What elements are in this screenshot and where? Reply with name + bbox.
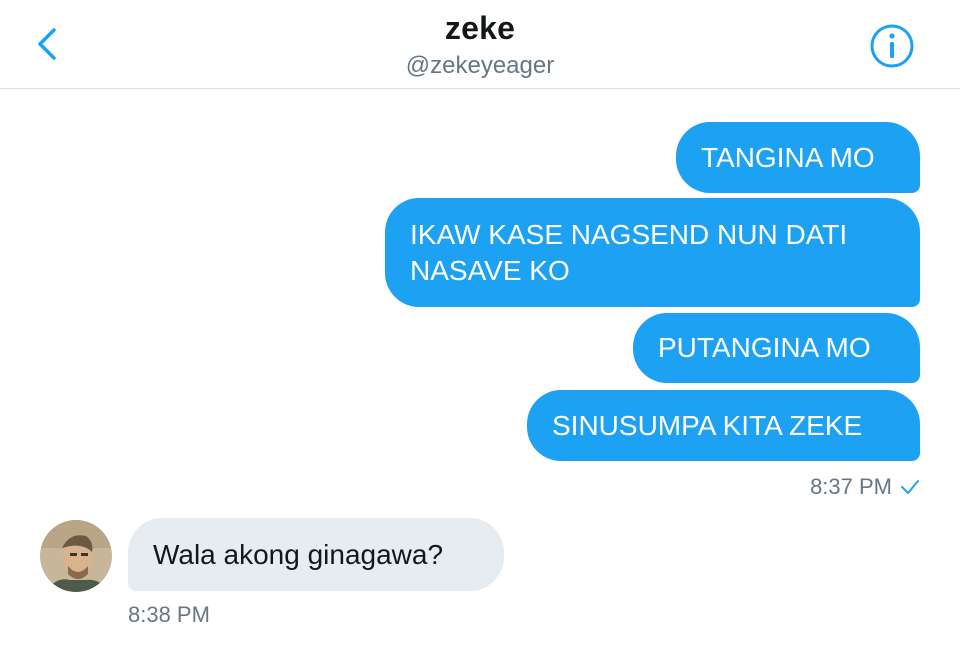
- sent-timestamp: 8:37 PM: [810, 474, 892, 499]
- message-bubble-sent[interactable]: IKAW KASE NAGSEND NUN DATI NASAVE KO: [385, 198, 920, 307]
- message-bubble-received[interactable]: Wala akong ginagawa?: [128, 518, 504, 591]
- info-icon: [870, 24, 914, 68]
- avatar[interactable]: [40, 520, 112, 592]
- check-icon: [901, 480, 919, 494]
- info-button[interactable]: [868, 22, 916, 70]
- received-timestamp: 8:38 PM: [128, 602, 210, 627]
- message-bubble-sent[interactable]: SINUSUMPA KITA ZEKE: [527, 390, 920, 461]
- conversation-title: zeke: [444, 10, 516, 46]
- sent-timestamp-row: 8:37 PM: [760, 474, 920, 500]
- message-bubble-sent[interactable]: PUTANGINA MO: [633, 313, 920, 383]
- avatar-portrait: [40, 520, 112, 592]
- conversation-header: zeke @zekeyeager: [0, 0, 960, 89]
- conversation-handle: @zekeyeager: [405, 52, 555, 79]
- message-bubble-sent[interactable]: TANGINA MO: [676, 122, 920, 193]
